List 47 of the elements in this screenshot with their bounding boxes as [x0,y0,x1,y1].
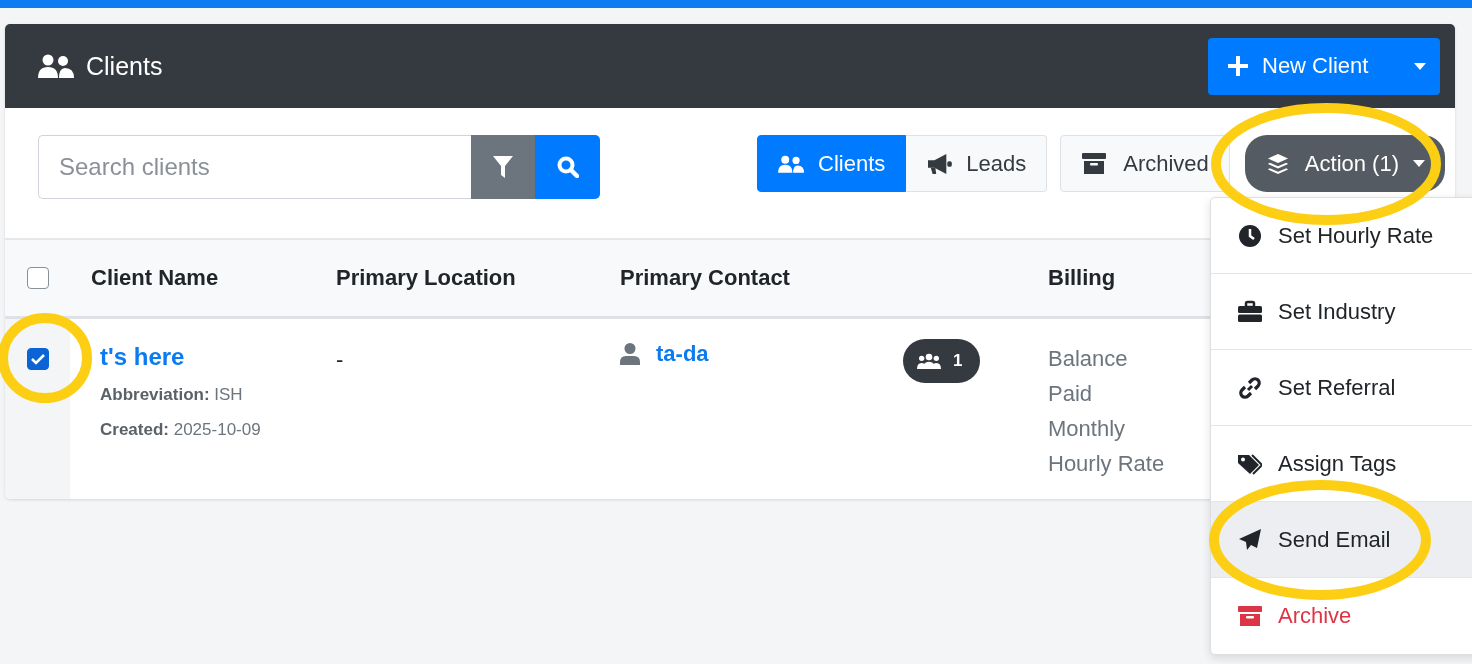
page-title: Clients [86,51,163,81]
new-client-button[interactable]: New Client [1208,37,1440,95]
filter-button[interactable] [471,135,535,199]
clock-icon [1238,223,1262,248]
caret-icon [1413,160,1425,167]
menu-item[interactable]: Archive [1211,578,1472,654]
user-icon [620,343,640,365]
menu-item[interactable]: Set Industry [1211,274,1472,350]
megaphone-icon [926,152,953,175]
client-name-link[interactable]: t's here [100,343,185,371]
view-tab[interactable]: Leads [906,135,1048,192]
contacts-count-badge: 1 [903,339,981,383]
search-icon [556,156,579,178]
search-field[interactable]: Search clients [38,135,471,199]
menu-item[interactable]: Set Hourly Rate [1211,198,1472,274]
billing-label: Monthly [1048,415,1126,443]
check-icon [30,353,45,365]
users-icon [917,353,941,369]
caret-icon [1414,62,1426,70]
menu-item[interactable]: Send Email [1211,502,1472,578]
column-header: Billing [1048,265,1117,291]
billing-label: Balance [1048,345,1128,373]
created-date-text: Created: 2025-10-09 [100,420,262,440]
column-header: Client Name [91,265,219,290]
column-header: Primary Contact [620,265,790,291]
users-icon [38,54,74,78]
billing-label: Paid [1048,380,1093,408]
archive-box-icon [1238,604,1262,628]
select-all-checkbox[interactable] [26,267,49,289]
action-button[interactable]: Action (1) [1244,135,1445,192]
search-button[interactable] [535,135,600,199]
filter-icon [492,156,514,178]
tag-icon [1238,451,1262,476]
archived-button[interactable]: Archived [1060,135,1230,192]
contact-link[interactable]: ta-da [656,341,709,367]
location-cell: - [336,347,344,372]
briefcase-icon [1238,299,1262,324]
abbreviation-text: Abbreviation: ISH [100,385,244,405]
billing-label: Hourly Rate [1048,450,1165,478]
row-checkbox[interactable] [26,348,49,370]
link-icon [1238,375,1262,400]
column-header: Primary Location [336,265,516,290]
menu-item[interactable]: Set Referral [1211,350,1472,426]
plus-icon [1228,56,1248,76]
archive-box-icon [1081,152,1108,175]
view-tab[interactable]: Clients [757,135,907,192]
paper-plane-icon [1238,527,1262,552]
